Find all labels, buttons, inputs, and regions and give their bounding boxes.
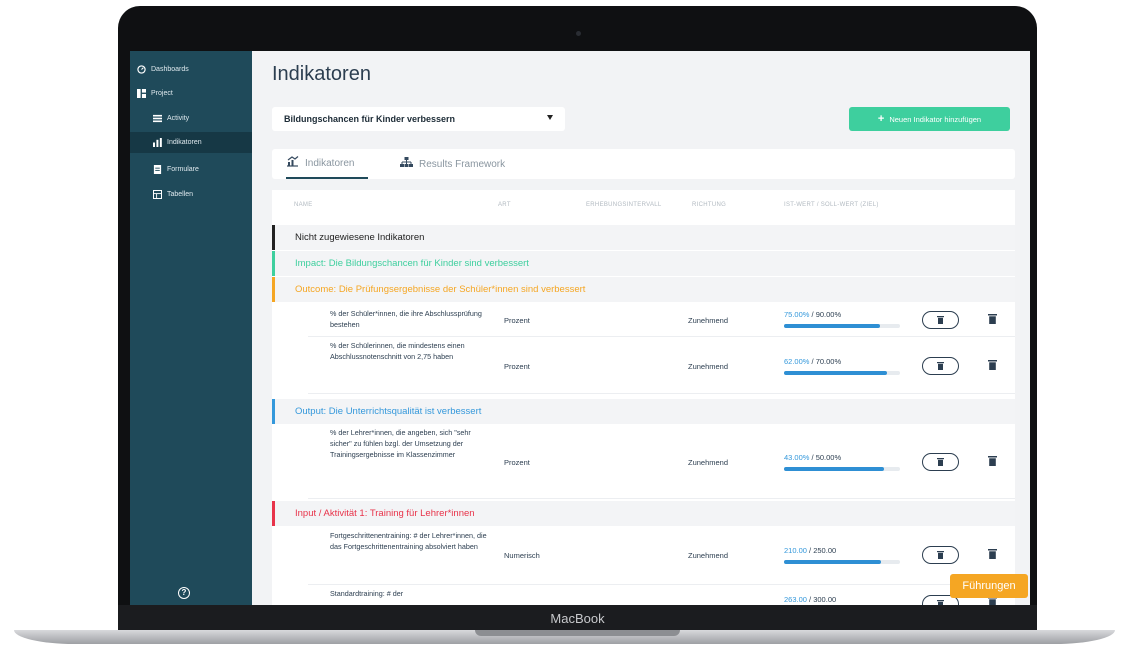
group-unassigned[interactable]: Nicht zugewiesene Indikatoren	[272, 225, 1015, 250]
table-row[interactable]: Standardtraining: # der 263.00 / 300.00	[308, 585, 1015, 605]
trash-icon	[937, 316, 944, 324]
sidebar-item-label: Indikatoren	[167, 139, 202, 146]
bar-chart-icon	[153, 138, 162, 147]
group-label: Impact: Die Bildungschancen für Kinder s…	[295, 258, 529, 269]
caret-down-icon	[547, 115, 553, 120]
camera	[576, 31, 581, 36]
laptop-chin: MacBook	[118, 605, 1037, 632]
laptop-base-notch	[475, 630, 680, 636]
laptop-brand: MacBook	[550, 611, 605, 626]
delete-button[interactable]	[922, 357, 959, 375]
add-indicator-label: Neuen Indikator hinzufügen	[889, 114, 982, 124]
indicator-name: % der Lehrer*innen, die angeben, sich "s…	[330, 428, 471, 459]
column-header-werte[interactable]: IST-WERT / SOLL-WERT (ZIEL)	[784, 202, 879, 208]
trash-icon	[937, 551, 944, 559]
indicator-art: Prozent	[504, 458, 530, 467]
column-header-richtung[interactable]: RICHTUNG	[692, 202, 726, 208]
trash-icon[interactable]	[988, 360, 997, 370]
question-icon[interactable]: ?	[178, 587, 190, 599]
delete-button[interactable]	[922, 453, 959, 471]
table-header: NAME ART ERHEBUNGSINTERVALL RICHTUNG IST…	[272, 190, 1015, 220]
indicator-richtung: Zunehmend	[688, 458, 729, 467]
tour-button-label: Führungen	[962, 580, 1016, 592]
indicator-name: Fortgeschrittenentraining: # der Lehrer*…	[330, 531, 487, 551]
tab-label: Results Framework	[419, 158, 506, 170]
sidebar-item-formulare[interactable]: Formulare	[153, 165, 199, 174]
plus-icon: +	[877, 113, 885, 125]
indicator-values: 43.00% / 50.00%	[784, 453, 842, 462]
main-content: Indikatoren Bildungschancen für Kinder v…	[252, 51, 1030, 605]
sidebar-item-project[interactable]: Project	[137, 89, 173, 98]
sidebar-item-label: Activity	[167, 115, 190, 122]
sidebar-item-label: Project	[151, 90, 173, 97]
page-title: Indikatoren	[272, 63, 371, 85]
add-indicator-button[interactable]: + Neuen Indikator hinzufügen	[849, 107, 1010, 131]
sidebar-item-label: Tabellen	[167, 191, 194, 198]
indicator-values: 263.00 / 300.00	[784, 595, 837, 604]
hierarchy-icon	[400, 157, 413, 171]
progress-bar	[784, 560, 900, 564]
group-impact[interactable]: Impact: Die Bildungschancen für Kinder s…	[272, 251, 1015, 276]
column-header-name[interactable]: NAME	[294, 202, 313, 208]
tabs-bar: Indikatoren Results Framework	[272, 149, 1015, 179]
indicator-richtung: Zunehmend	[688, 316, 729, 325]
indicator-art: Prozent	[504, 316, 530, 325]
trash-icon[interactable]	[988, 456, 997, 466]
table-icon	[152, 189, 163, 200]
table-row[interactable]: % der Schülerinnen, die mindestens einen…	[308, 337, 1015, 394]
group-output[interactable]: Output: Die Unterrichtsqualität ist verb…	[272, 399, 1015, 424]
sidebar-item-dashboards[interactable]: Dashboards	[137, 65, 189, 74]
goal-select[interactable]: Bildungschancen für Kinder verbessern	[272, 107, 565, 131]
column-header-interval[interactable]: ERHEBUNGSINTERVALL	[586, 202, 662, 208]
trash-icon[interactable]	[988, 597, 997, 605]
dashboard-icon	[137, 65, 146, 74]
indicator-art: Prozent	[504, 362, 530, 371]
sidebar-item-activity[interactable]: Activity	[153, 114, 189, 123]
goal-select-value: Bildungschancen für Kinder verbessern	[284, 114, 456, 124]
project-icon	[137, 89, 146, 98]
indicator-richtung: Zunehmend	[688, 362, 729, 371]
sidebar: Dashboards Project Activity Indikatoren …	[130, 51, 252, 605]
group-label: Output: Die Unterrichtsqualität ist verb…	[295, 406, 482, 417]
group-label: Input / Aktivität 1: Training für Lehrer…	[295, 508, 475, 519]
table-row[interactable]: % der Lehrer*innen, die angeben, sich "s…	[308, 425, 1015, 499]
tab-label: Indikatoren	[305, 157, 355, 169]
chart-icon	[286, 156, 299, 170]
delete-button[interactable]	[922, 311, 959, 329]
app-screen: Dashboards Project Activity Indikatoren …	[130, 51, 1030, 605]
progress-bar	[784, 371, 900, 375]
table-row[interactable]: % der Schüler*innen, die ihre Abschlussp…	[308, 302, 1015, 337]
tab-results-framework[interactable]: Results Framework	[400, 149, 505, 179]
tab-indikatoren[interactable]: Indikatoren	[286, 149, 369, 179]
trash-icon[interactable]	[988, 549, 997, 559]
tour-button[interactable]: Führungen	[950, 574, 1028, 598]
indicator-art: Numerisch	[504, 551, 540, 560]
trash-icon[interactable]	[988, 314, 997, 324]
indicator-richtung: Zunehmend	[688, 551, 729, 560]
indicator-name: % der Schüler*innen, die ihre Abschlussp…	[330, 309, 482, 329]
sidebar-item-label: Dashboards	[151, 66, 189, 73]
indicator-name: Standardtraining: # der	[330, 589, 404, 598]
group-input[interactable]: Input / Aktivität 1: Training für Lehrer…	[272, 501, 1015, 526]
trash-icon	[937, 362, 944, 370]
indicators-table: NAME ART ERHEBUNGSINTERVALL RICHTUNG IST…	[272, 190, 1015, 605]
indicator-values: 62.00% / 70.00%	[784, 357, 842, 366]
sidebar-item-tabellen[interactable]: Tabellen	[152, 189, 194, 200]
indicator-values: 210.00 / 250.00	[784, 546, 837, 555]
progress-bar	[784, 324, 900, 328]
group-outcome[interactable]: Outcome: Die Prüfungsergebnisse der Schü…	[272, 277, 1015, 302]
table-row[interactable]: Fortgeschrittenentraining: # der Lehrer*…	[308, 527, 1015, 585]
delete-button[interactable]	[922, 546, 959, 564]
indicator-name: % der Schülerinnen, die mindestens einen…	[330, 341, 465, 361]
group-label: Nicht zugewiesene Indikatoren	[295, 232, 425, 243]
column-header-art[interactable]: ART	[498, 202, 511, 208]
indicator-values: 75.00% / 90.00%	[784, 310, 842, 319]
trash-icon	[937, 458, 944, 466]
progress-bar	[784, 467, 900, 471]
sidebar-item-label: Formulare	[167, 166, 199, 173]
sidebar-item-indikatoren[interactable]: Indikatoren	[130, 132, 252, 153]
document-icon	[153, 165, 162, 174]
group-label: Outcome: Die Prüfungsergebnisse der Schü…	[295, 284, 586, 295]
list-icon	[153, 114, 162, 123]
